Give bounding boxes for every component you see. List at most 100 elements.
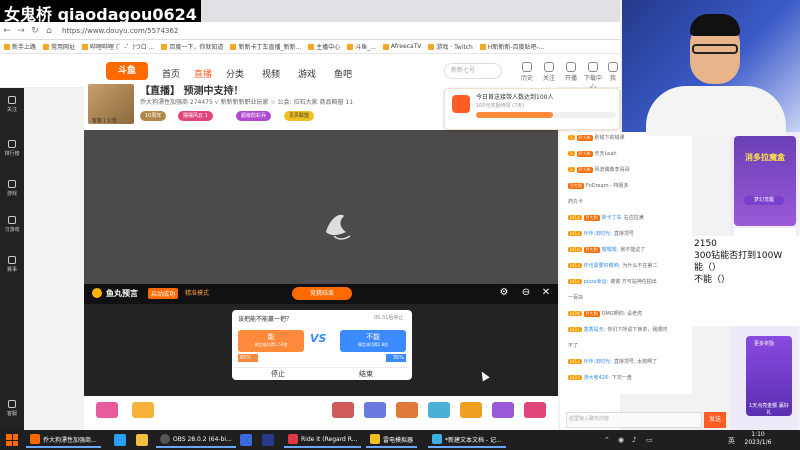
sidebar-item-cloud-game[interactable]: 习游戏: [0, 216, 24, 233]
user-icon[interactable]: 我: [604, 62, 622, 82]
start-icon[interactable]: [6, 434, 18, 446]
download-icon[interactable]: 下载中心: [584, 62, 602, 91]
gift-item[interactable]: [492, 402, 514, 418]
ad-button[interactable]: 梦幻觉醒: [744, 196, 784, 205]
room-tag[interactable]: 10周年: [140, 111, 167, 121]
taskbar-item[interactable]: OBS 28.0.2 (64-bi...: [156, 432, 236, 448]
chat-username[interactable]: 香香是无:: [584, 326, 606, 333]
address-bar[interactable]: ← → ↻ ⌂ https://www.douyu.com/5574362: [0, 22, 620, 40]
gift-item[interactable]: [96, 402, 118, 418]
chat-username[interactable]: 伙伴.旧时光:: [584, 230, 612, 237]
bookmark-item[interactable]: H新新新-百度贴吧-...: [479, 42, 544, 51]
chat-username[interactable]: 你也需要好眼呐:: [584, 262, 621, 269]
site-logo[interactable]: 斗鱼: [106, 62, 148, 80]
overlay-line: 不能（）: [694, 275, 731, 285]
input-method[interactable]: 英: [728, 436, 735, 446]
option-no-percent: 35%: [386, 354, 406, 362]
gift-item[interactable]: [428, 402, 450, 418]
overlay-line: 2150: [694, 239, 717, 249]
chat-message: 3 乔大狗 风流偶像李哥哥: [568, 166, 630, 173]
gift-item[interactable]: [396, 402, 418, 418]
sidebar-item-follow[interactable]: 关注: [0, 96, 24, 113]
chat-message: LV12 伙伴.旧时光: 直接顶号: [568, 230, 634, 237]
app-icon[interactable]: [240, 434, 252, 446]
gift-item[interactable]: [332, 402, 354, 418]
broadcast-icon[interactable]: 开播: [562, 62, 580, 82]
gift-item[interactable]: [524, 402, 546, 418]
bookmark-item[interactable]: 哔哩哔哩 (゜-゜)つロ ...: [82, 42, 154, 51]
bookmark-item[interactable]: 斗鱼_...: [347, 42, 376, 51]
level-badge: 2: [568, 151, 575, 156]
headset-icon: [8, 400, 16, 408]
folder-icon[interactable]: [136, 434, 148, 446]
prediction-mode[interactable]: 精准模式: [185, 288, 209, 297]
bookmark-item[interactable]: 游戏 · Twitch: [428, 42, 473, 51]
end-prediction-button[interactable]: 竞猜结束: [292, 287, 352, 300]
refresh-icon[interactable]: ↻: [28, 26, 42, 36]
edge-icon[interactable]: [114, 434, 126, 446]
nav-video[interactable]: 视频: [262, 67, 280, 80]
option-yes-button[interactable]: 能 预言成功得1.53倍: [238, 330, 304, 352]
follow-icon[interactable]: 关注: [540, 62, 558, 82]
chat-username[interactable]: pizza幸运:: [584, 278, 609, 285]
bookmark-item[interactable]: 百度一下，你就知道: [161, 42, 223, 51]
nav-category[interactable]: 分类: [226, 67, 244, 80]
room-tag[interactable]: 贝贝联盟: [284, 111, 315, 121]
gift-item[interactable]: [460, 402, 482, 418]
gift-bar: [84, 396, 558, 430]
taskbar-item[interactable]: *新建文本文档 - 记...: [428, 432, 506, 448]
sidebar-item-rank[interactable]: 排行榜: [0, 140, 24, 157]
chat-text: 谢谢 方可站神任拍出: [610, 279, 657, 285]
room-tag[interactable]: 摆摆风云 1: [178, 111, 213, 121]
sidebar-item-game[interactable]: 游戏: [0, 180, 24, 197]
app-icon[interactable]: [262, 434, 274, 446]
option-no-button[interactable]: 不能 预言成功得2.8倍: [340, 330, 406, 352]
taskbar-item[interactable]: 雷电模拟器: [366, 432, 418, 448]
back-icon[interactable]: ←: [0, 26, 14, 36]
nav-fishbar[interactable]: 鱼吧: [334, 67, 352, 80]
taskbar-item[interactable]: 乔大狗漂性加强商...: [26, 432, 101, 448]
gift-item[interactable]: [132, 402, 154, 418]
chat-username[interactable]: 伙伴.旧时光:: [584, 358, 612, 365]
chat-input[interactable]: 这里输入聊天内容: [566, 412, 702, 428]
sidebar-item-service[interactable]: 客服: [0, 400, 24, 417]
stop-button[interactable]: 停止: [234, 367, 322, 379]
bookmark-item[interactable]: 常用网址: [43, 42, 75, 51]
ad-banner-top[interactable]: [734, 136, 796, 226]
level-badge: LV12: [568, 231, 582, 236]
nav-live[interactable]: 直播: [194, 67, 212, 80]
history-icon[interactable]: 历史: [518, 62, 536, 82]
bookmark-item[interactable]: 新新卡丁车直播_新新...: [230, 42, 301, 51]
close-icon[interactable]: ✕: [540, 287, 552, 299]
taskbar-item[interactable]: Ride It (Regard R...: [284, 432, 362, 448]
bookmark-item[interactable]: AfreecaTV: [382, 43, 421, 50]
gift-item[interactable]: [364, 402, 386, 418]
chat-username[interactable]: 嘿嘿嘿:: [602, 246, 619, 253]
bookmark-item[interactable]: 主播中心: [308, 42, 340, 51]
chat-text: OMG啊你: 设老虎: [601, 311, 643, 317]
screen: ← → ↻ ⌂ https://www.douyu.com/5574362 新手…: [0, 0, 800, 450]
network-icon[interactable]: ◉: [618, 436, 624, 444]
clock[interactable]: 1:10 2023/1/6: [738, 431, 778, 447]
chat-message: LV13 你也需要好眼呐: 为什么不在第二: [568, 262, 657, 269]
volume-icon[interactable]: ♪: [632, 436, 636, 444]
nav-home[interactable]: 首页: [162, 67, 180, 80]
settle-button[interactable]: 结束: [322, 367, 410, 379]
home-icon[interactable]: ⌂: [42, 26, 56, 36]
chat-username[interactable]: 游大者426:: [584, 374, 610, 381]
bookmark-item[interactable]: 新手上路: [4, 42, 36, 51]
chat-username[interactable]: 新卡丁车: [602, 214, 622, 221]
prediction-status: 启动成功: [148, 288, 179, 299]
send-button[interactable]: 发送: [704, 412, 726, 428]
sidebar-item-events[interactable]: 赛事: [0, 256, 24, 273]
search-input[interactable]: 新新七号: [444, 63, 502, 79]
level-badge: LV28: [568, 311, 582, 316]
room-tag[interactable]: 超级防彩兵: [236, 111, 272, 121]
minimize-icon[interactable]: ⊖: [520, 287, 532, 299]
tray-icon[interactable]: ⌃: [604, 436, 610, 444]
url-text[interactable]: https://www.douyu.com/5574362: [62, 27, 178, 35]
forward-icon[interactable]: →: [14, 26, 28, 36]
nav-game[interactable]: 游戏: [298, 67, 316, 80]
battery-icon[interactable]: ▭: [646, 436, 653, 444]
settings-icon[interactable]: ⚙: [498, 287, 510, 299]
